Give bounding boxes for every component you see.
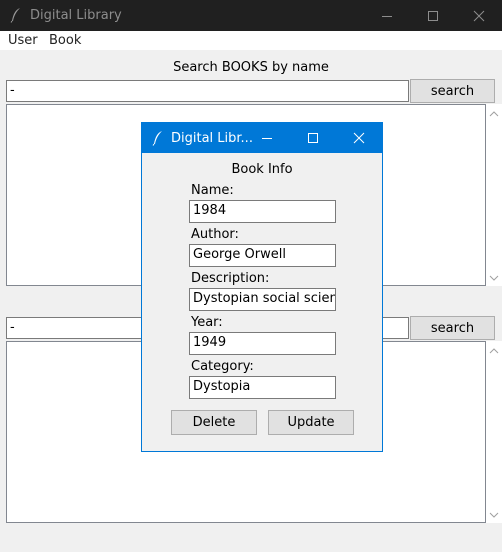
delete-button[interactable]: Delete [171,410,257,435]
category-label: Category: [191,359,254,374]
main-title-bar[interactable]: Digital Library [0,0,502,31]
category-field[interactable]: Dystopia [189,376,336,399]
maximize-icon [428,10,438,21]
book-info-dialog: Digital Libr... Book Info Name: 1984 Aut… [141,122,383,452]
name-label: Name: [191,183,234,198]
second-search-button[interactable]: search [410,316,495,340]
scroll-up-icon[interactable] [489,347,499,355]
year-label: Year: [191,315,223,330]
name-field[interactable]: 1984 [189,200,336,223]
minimize-icon [262,138,272,139]
dialog-maximize-button[interactable] [290,123,336,153]
feather-icon [9,7,23,23]
update-button[interactable]: Update [268,410,354,435]
menu-user[interactable]: User [8,33,38,48]
menu-bar: User Book [0,31,502,50]
maximize-button[interactable] [410,0,456,31]
books-results-scrollbar[interactable] [486,104,502,286]
dialog-close-button[interactable] [336,123,382,153]
feather-icon [151,130,165,146]
menu-book[interactable]: Book [49,33,81,48]
author-field[interactable]: George Orwell [189,244,336,267]
dialog-minimize-button[interactable] [244,123,290,153]
close-button[interactable] [456,0,502,31]
dialog-title-bar[interactable]: Digital Libr... [142,123,382,153]
secondary-results-scrollbar[interactable] [486,341,502,523]
window-title: Digital Library [30,8,122,23]
scroll-down-icon[interactable] [489,511,499,519]
description-field[interactable]: Dystopian social science [189,288,336,311]
close-icon [353,132,365,144]
scroll-up-icon[interactable] [489,110,499,118]
dialog-header: Book Info [231,162,293,177]
dialog-title: Digital Libr... [171,131,253,146]
close-icon [473,10,485,21]
maximize-icon [308,133,318,143]
search-input[interactable]: - [6,80,409,102]
scroll-down-icon[interactable] [489,274,499,282]
year-field[interactable]: 1949 [189,332,336,355]
minimize-button[interactable] [364,0,410,31]
author-label: Author: [191,227,239,242]
description-label: Description: [191,271,270,286]
minimize-icon [382,15,392,17]
search-section-title: Search BOOKS by name [173,60,329,75]
search-button[interactable]: search [410,79,495,103]
